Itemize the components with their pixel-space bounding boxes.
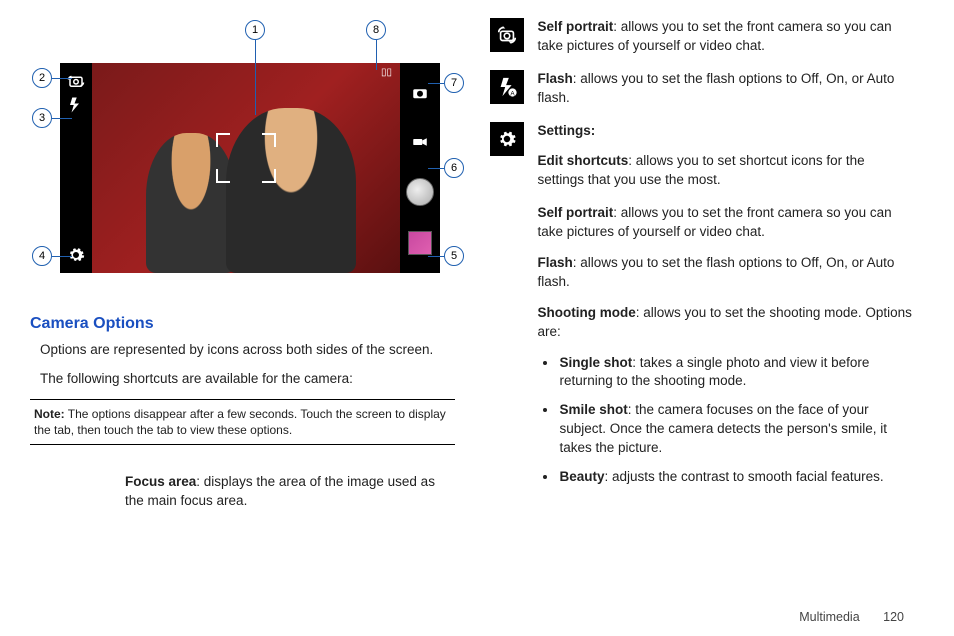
bullet-single-shot: Single shot: takes a single photo and vi… bbox=[558, 354, 915, 392]
self-portrait-def-2: Self portrait: allows you to set the fro… bbox=[538, 204, 915, 242]
self-portrait-icon bbox=[490, 18, 524, 52]
flash-icon bbox=[64, 93, 88, 117]
callout-line bbox=[428, 256, 444, 257]
camera-viewport: ▯▯ bbox=[92, 63, 400, 273]
page-number: 120 bbox=[883, 610, 904, 624]
flash-def-2: Flash: allows you to set the flash optio… bbox=[538, 254, 915, 292]
bullet-smile-shot: Smile shot: the camera focuses on the fa… bbox=[558, 401, 915, 458]
callout-1: 1 bbox=[245, 20, 265, 40]
callout-5: 5 bbox=[444, 246, 464, 266]
intro-paragraph: Options are represented by icons across … bbox=[40, 341, 455, 360]
callout-2: 2 bbox=[32, 68, 52, 88]
edit-shortcuts-def: Edit shortcuts: allows you to set shortc… bbox=[538, 152, 915, 190]
note-label: Note: bbox=[34, 407, 65, 421]
settings-label: Settings: bbox=[538, 122, 915, 141]
self-portrait-icon bbox=[64, 69, 88, 93]
thumbnail bbox=[408, 231, 432, 255]
callout-8: 8 bbox=[366, 20, 386, 40]
camera-ui-frame: ▯▯ bbox=[60, 63, 440, 273]
flash-def: Flash: allows you to set the flash optio… bbox=[538, 70, 915, 108]
focus-area-def: Focus area: displays the area of the ima… bbox=[125, 473, 455, 511]
callout-line bbox=[376, 40, 377, 70]
flash-icon: A bbox=[490, 70, 524, 104]
video-mode-icon bbox=[408, 130, 432, 154]
focus-brackets bbox=[216, 133, 276, 183]
bullet-beauty: Beauty: adjusts the contrast to smooth f… bbox=[558, 468, 915, 487]
gear-icon bbox=[64, 243, 88, 267]
callout-line bbox=[428, 168, 444, 169]
self-portrait-def: Self portrait: allows you to set the fro… bbox=[538, 18, 915, 56]
gear-icon bbox=[490, 122, 524, 156]
callout-line bbox=[52, 78, 72, 79]
intro-paragraph: The following shortcuts are available fo… bbox=[40, 370, 455, 389]
callout-6: 6 bbox=[444, 158, 464, 178]
note-block: Note: The options disappear after a few … bbox=[30, 399, 455, 445]
callout-line bbox=[52, 118, 72, 119]
note-text: The options disappear after a few second… bbox=[34, 407, 446, 437]
callout-line bbox=[428, 83, 444, 84]
section-heading: Camera Options bbox=[30, 315, 455, 333]
mode-indicator: ▯▯ bbox=[381, 67, 392, 78]
camera-left-toolbar bbox=[60, 63, 92, 273]
shutter-button bbox=[406, 178, 434, 206]
callout-3: 3 bbox=[32, 108, 52, 128]
camera-screenshot: 1 8 2 3 4 7 6 5 bbox=[30, 18, 440, 303]
shooting-mode-def: Shooting mode: allows you to set the sho… bbox=[538, 304, 915, 342]
callout-line bbox=[255, 40, 256, 115]
callout-7: 7 bbox=[444, 73, 464, 93]
camera-mode-icon bbox=[408, 81, 432, 105]
callout-4: 4 bbox=[32, 246, 52, 266]
page-footer: Multimedia 120 bbox=[799, 610, 904, 624]
footer-section: Multimedia bbox=[799, 610, 859, 624]
svg-text:A: A bbox=[510, 90, 515, 97]
callout-line bbox=[52, 256, 72, 257]
